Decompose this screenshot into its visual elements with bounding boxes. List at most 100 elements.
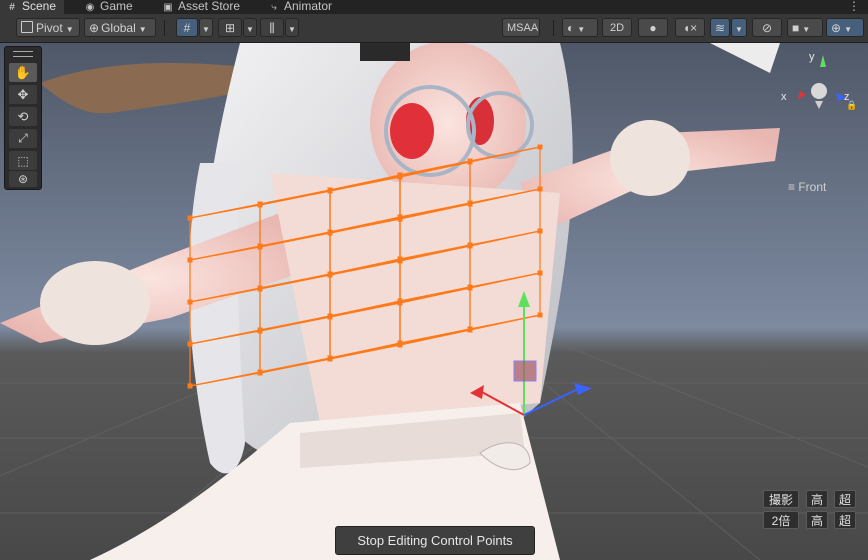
grid-snap-dropdown[interactable]: ▼ [199, 18, 213, 37]
control-point[interactable] [467, 243, 473, 249]
mode-2d-toggle[interactable]: 2D [602, 18, 632, 37]
globe-icon: ⊕ [89, 21, 100, 35]
control-point[interactable] [467, 285, 473, 291]
grid-visibility-button[interactable]: ⊞ [218, 18, 242, 37]
gizmo-view-label[interactable]: ≡ Front [788, 180, 826, 194]
control-point[interactable] [397, 216, 403, 222]
control-point[interactable] [467, 201, 473, 207]
control-point[interactable] [257, 243, 263, 249]
tab-bar: # Scene ◉ Game ▣ Asset Store ⤷ Animator ⋮ [0, 0, 868, 14]
control-point[interactable] [187, 299, 193, 305]
grid-snap-button[interactable]: # [176, 18, 198, 37]
scale-tool-button[interactable]: ⤢ [9, 129, 37, 148]
chevron-down-icon: ▼ [577, 25, 586, 34]
capture-ultra-button[interactable]: 超 [834, 490, 856, 508]
effects-toggle[interactable]: ≋ [710, 18, 730, 37]
increment-snap-dropdown[interactable]: ▼ [285, 18, 299, 37]
control-point[interactable] [397, 342, 403, 348]
control-point[interactable] [327, 187, 333, 193]
capture-button[interactable]: 撮影 [763, 490, 799, 508]
chevron-down-icon: ▼ [202, 25, 210, 34]
control-point[interactable] [467, 159, 473, 165]
lighting-toggle[interactable]: ● [638, 18, 668, 37]
hand-icon: ✋ [14, 64, 32, 80]
scene-render [0, 43, 868, 560]
chevron-down-icon: ▼ [138, 25, 147, 34]
chevron-down-icon: ▼ [288, 25, 296, 34]
camera-dropdown[interactable]: ■ ▼ [787, 18, 823, 37]
rect-tool-button[interactable]: ⬚ [9, 151, 37, 170]
control-point[interactable] [397, 174, 403, 180]
move-icon: ✥ [17, 86, 29, 102]
gizmo-globe-icon: ⊕ [831, 21, 842, 35]
scale-icon: ⤢ [18, 131, 28, 145]
grid-visibility-dropdown[interactable]: ▼ [243, 18, 257, 37]
grid-snap-icon: # [183, 21, 191, 35]
control-point[interactable] [257, 285, 263, 291]
control-point[interactable] [187, 383, 193, 389]
scale-ultra-button[interactable]: 超 [834, 511, 856, 529]
control-point[interactable] [327, 271, 333, 277]
lightbulb-icon: ● [649, 21, 657, 35]
control-point[interactable] [537, 312, 543, 318]
effects-dropdown[interactable]: ▼ [731, 18, 747, 37]
control-point[interactable] [537, 186, 543, 192]
stop-editing-control-points-button[interactable]: Stop Editing Control Points [335, 526, 535, 555]
camera-icon: ■ [792, 21, 800, 35]
audio-toggle[interactable]: ◖× [675, 18, 705, 37]
gizmo-axis-x: x [781, 91, 787, 103]
snap-increment-icon: ⫼ [269, 21, 275, 35]
tool-panel: ✋ ✥ ⟲ ⤢ ⬚ ⊛ [4, 46, 42, 190]
tab-asset-store[interactable]: ▣ Asset Store [156, 0, 248, 14]
pivot-dropdown[interactable]: Pivot ▼ [16, 18, 80, 37]
gizmo-axis-z: z [844, 91, 850, 103]
hand-tool-button[interactable]: ✋ [9, 63, 37, 82]
rotate-icon: ⟲ [17, 108, 29, 124]
transform-tool-button[interactable]: ⊛ [9, 171, 37, 187]
more-options-icon[interactable]: ⋮ [848, 0, 860, 12]
increment-snap-button[interactable]: ⫼ [260, 18, 284, 37]
control-point[interactable] [397, 300, 403, 306]
chevron-down-icon: ▼ [844, 25, 852, 34]
grip-handle[interactable] [13, 51, 33, 57]
global-dropdown[interactable]: ⊕ Global ▼ [84, 18, 156, 37]
control-point[interactable] [257, 201, 263, 207]
tab-scene[interactable]: # Scene [0, 0, 65, 14]
control-point[interactable] [397, 258, 403, 264]
layers-icon: ≋ [714, 21, 726, 35]
chevron-down-icon: ▼ [735, 25, 743, 34]
capture-high-button[interactable]: 高 [806, 490, 828, 508]
gizmo-axis-y: y [809, 51, 815, 63]
scale-high-button[interactable]: 高 [806, 511, 828, 529]
control-point[interactable] [537, 228, 543, 234]
control-point[interactable] [187, 257, 193, 263]
control-point[interactable] [467, 327, 473, 333]
grid-icon: ⊞ [224, 21, 236, 35]
scene-viewport[interactable]: ≡ Front 🔒 y x z ✋ ✥ ⟲ ⤢ ⬚ ⊛ 撮影 高 超 2倍 高 … [0, 43, 868, 560]
control-point[interactable] [327, 355, 333, 361]
tab-animator[interactable]: ⤷ Animator [262, 0, 340, 14]
control-point[interactable] [187, 341, 193, 347]
tab-game[interactable]: ◉ Game [78, 0, 141, 14]
move-tool-button[interactable]: ✥ [9, 85, 37, 104]
scale-2x-button[interactable]: 2倍 [763, 511, 799, 529]
msaa-button[interactable]: MSAA [502, 18, 540, 37]
shading-mode-dropdown[interactable]: ◐ ▼ [562, 18, 598, 37]
control-point[interactable] [257, 327, 263, 333]
chevron-down-icon: ▼ [65, 25, 74, 34]
control-point[interactable] [537, 270, 543, 276]
control-point[interactable] [327, 229, 333, 235]
control-point[interactable] [257, 369, 263, 375]
chevron-down-icon: ▼ [246, 25, 254, 34]
control-point[interactable] [187, 215, 193, 221]
chevron-down-icon: ▼ [802, 25, 811, 34]
gizmos-dropdown[interactable]: ⊕ ▼ [826, 18, 864, 37]
scene-toolbar: Pivot ▼ ⊕ Global ▼ # ▼ ⊞ ▼ ⫼ ▼ MSAA ◐ ▼ 2D ●… [0, 14, 868, 43]
scene-visibility-toggle[interactable]: ⊘ [752, 18, 782, 37]
eye-off-icon: ⊘ [761, 21, 773, 35]
control-point[interactable] [537, 144, 543, 150]
shading-sphere-icon: ◐ [567, 21, 575, 35]
rect-icon: ⬚ [17, 153, 29, 168]
rotate-tool-button[interactable]: ⟲ [9, 107, 37, 126]
control-point[interactable] [327, 313, 333, 319]
